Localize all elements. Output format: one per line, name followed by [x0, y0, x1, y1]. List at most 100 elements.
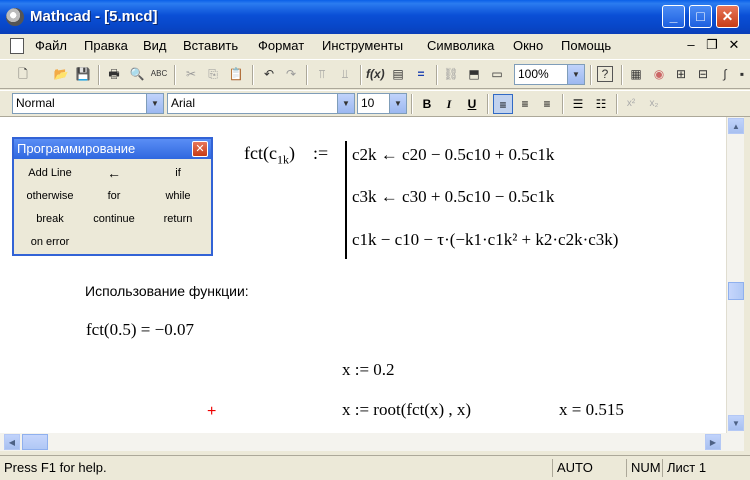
- doc-minimize-icon[interactable]: –: [683, 37, 699, 53]
- x-result[interactable]: x = 0.515: [559, 400, 624, 420]
- align-center-icon[interactable]: ≡: [515, 94, 535, 114]
- chevron-down-icon[interactable]: ▼: [146, 94, 163, 113]
- help-icon[interactable]: ?: [597, 66, 613, 82]
- toolbar-separator: [621, 65, 623, 85]
- superscript-icon[interactable]: x²: [621, 94, 641, 114]
- menu-tools[interactable]: Инструменты: [322, 38, 403, 53]
- underline-button[interactable]: U: [462, 94, 482, 114]
- redo-icon[interactable]: ↷: [282, 65, 300, 83]
- scroll-right-icon[interactable]: ▶: [705, 434, 721, 450]
- break-button[interactable]: break: [18, 209, 82, 229]
- title-bar[interactable]: Mathcad - [5.mcd] _ □ ✕: [0, 0, 750, 34]
- cut-icon[interactable]: ✂: [182, 65, 200, 83]
- menu-format[interactable]: Формат: [258, 38, 304, 53]
- save-icon[interactable]: 💾: [74, 65, 92, 83]
- standard-toolbar: 🗋 📂 💾 🖶 🔍 ABC ✂ ⎘ 📋 ↶ ↷ ⫪ ⫫ f(x) ▤ = ⛓ ⬒…: [0, 59, 750, 89]
- menu-window[interactable]: Окно: [513, 38, 543, 53]
- program-line-2[interactable]: c3k ← c30 + 0.5c10 − 0.5c1k: [352, 187, 554, 207]
- status-page: Лист 1: [662, 459, 706, 477]
- local-assign-button[interactable]: ←: [82, 163, 146, 183]
- paste-icon[interactable]: 📋: [227, 65, 245, 83]
- math-toolbar-icon[interactable]: ▦: [627, 65, 645, 83]
- vertical-scrollbar[interactable]: ▲ ▼: [726, 117, 745, 433]
- mathcad-app-icon[interactable]: [6, 8, 24, 26]
- menu-insert[interactable]: Вставить: [183, 38, 238, 53]
- style-select[interactable]: Normal ▼: [12, 93, 164, 114]
- root-definition[interactable]: x := root(fct(x) , x): [342, 400, 471, 420]
- numbering-icon[interactable]: ☷: [591, 94, 611, 114]
- return-button[interactable]: return: [146, 209, 210, 229]
- insert-function-icon[interactable]: f(x): [366, 65, 385, 83]
- insert-hyperlink-icon[interactable]: ⛓: [442, 65, 460, 83]
- menu-view[interactable]: Вид: [143, 38, 167, 53]
- menu-bar: Файл Правка Вид Вставить Формат Инструме…: [0, 34, 750, 58]
- doc-restore-icon[interactable]: ❐: [704, 37, 720, 53]
- for-button[interactable]: for: [82, 186, 146, 206]
- undo-icon[interactable]: ↶: [260, 65, 278, 83]
- scroll-left-icon[interactable]: ◀: [4, 434, 20, 450]
- palette-title[interactable]: Программирование: [14, 139, 211, 159]
- menu-help[interactable]: Помощь: [561, 38, 611, 53]
- align-left-icon[interactable]: ≡: [493, 94, 513, 114]
- bold-button[interactable]: B: [417, 94, 437, 114]
- doc-close-icon[interactable]: ✕: [726, 37, 742, 53]
- program-line-1[interactable]: c2k ← c20 − 0.5c10 + 0.5c1k: [352, 145, 554, 165]
- horizontal-scrollbar[interactable]: ◀ ▶: [0, 433, 744, 451]
- insert-component-icon[interactable]: ⬒: [465, 65, 483, 83]
- horizontal-scroll-thumb[interactable]: [22, 434, 48, 450]
- chevron-down-icon[interactable]: ▼: [337, 94, 354, 113]
- close-button[interactable]: ✕: [716, 5, 739, 28]
- align-down-icon[interactable]: ⫫: [336, 65, 354, 83]
- programming-palette: Программирование ✕ Add Line ← if otherwi…: [12, 137, 213, 256]
- spell-check-icon[interactable]: ABC: [150, 65, 168, 83]
- program-line-3[interactable]: c1k − c10 − τ·(−k1·c1k² + k2·c2k·c3k): [352, 230, 618, 250]
- insert-unit-icon[interactable]: ▤: [389, 65, 407, 83]
- on-error-button[interactable]: on error: [18, 232, 82, 252]
- new-document-icon[interactable]: 🗋: [14, 65, 32, 83]
- program-bracket: [345, 141, 347, 259]
- usage-text[interactable]: Использование функции:: [85, 283, 249, 299]
- subscript-icon[interactable]: x₂: [644, 94, 664, 114]
- symbolic-toolbar-icon[interactable]: ▪: [736, 65, 748, 83]
- align-top-icon[interactable]: ⫪: [313, 65, 331, 83]
- vertical-scroll-thumb[interactable]: [728, 282, 744, 300]
- font-select[interactable]: Arial ▼: [167, 93, 355, 114]
- resource-center-icon[interactable]: ▭: [488, 65, 506, 83]
- evaluation-toolbar-icon[interactable]: ⊟: [694, 65, 712, 83]
- font-size-select[interactable]: 10 ▼: [357, 93, 407, 114]
- if-button[interactable]: if: [146, 163, 210, 183]
- continue-button[interactable]: continue: [82, 209, 146, 229]
- calculus-toolbar-icon[interactable]: ∫: [716, 65, 734, 83]
- open-folder-icon[interactable]: 📂: [52, 65, 70, 83]
- menu-edit[interactable]: Правка: [84, 38, 128, 53]
- function-definition-lhs[interactable]: fct(c1k): [244, 143, 295, 168]
- copy-icon[interactable]: ⎘: [204, 65, 222, 83]
- maximize-button[interactable]: □: [689, 5, 712, 28]
- add-line-button[interactable]: Add Line: [18, 163, 82, 183]
- chevron-down-icon[interactable]: ▼: [389, 94, 406, 113]
- otherwise-button[interactable]: otherwise: [18, 186, 82, 206]
- maximize-icon: □: [696, 8, 705, 24]
- bullets-icon[interactable]: ☰: [568, 94, 588, 114]
- toolbar-separator: [616, 94, 618, 114]
- menu-file[interactable]: Файл: [35, 38, 67, 53]
- zoom-select[interactable]: 100% ▼: [514, 64, 585, 85]
- scroll-up-icon[interactable]: ▲: [728, 118, 744, 134]
- document-icon[interactable]: [10, 38, 24, 54]
- toolbar-separator: [360, 65, 362, 85]
- calculate-icon[interactable]: =: [412, 65, 430, 83]
- menu-symbolics[interactable]: Символика: [427, 38, 494, 53]
- palette-close-icon[interactable]: ✕: [192, 141, 208, 157]
- print-icon[interactable]: 🖶: [105, 65, 123, 83]
- print-preview-icon[interactable]: 🔍: [128, 65, 146, 83]
- chevron-down-icon[interactable]: ▼: [567, 65, 584, 84]
- matrix-toolbar-icon[interactable]: ⊞: [672, 65, 690, 83]
- italic-button[interactable]: I: [439, 94, 459, 114]
- x-initial-definition[interactable]: x := 0.2: [342, 360, 395, 380]
- align-right-icon[interactable]: ≡: [537, 94, 557, 114]
- while-button[interactable]: while: [146, 186, 210, 206]
- graph-toolbar-icon[interactable]: ◉: [650, 65, 668, 83]
- minimize-button[interactable]: _: [662, 5, 685, 28]
- scroll-down-icon[interactable]: ▼: [728, 415, 744, 431]
- evaluation-expression[interactable]: fct(0.5) = −0.07: [86, 320, 194, 340]
